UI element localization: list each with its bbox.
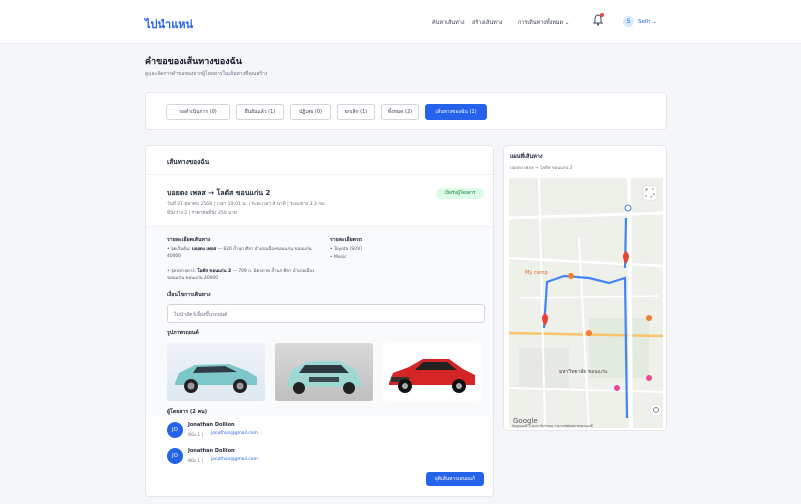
start-point: • จุดเริ่มต้น: บอยตง เพลส — 820 ถ้ำนก ศิ… xyxy=(167,247,312,259)
map-label-university: มหาวิทยาลัย ขอนแก่น xyxy=(559,368,608,375)
passenger-seat: ที่นั่ง 1 | xyxy=(188,459,204,464)
route-title: บอยตง เพลส → โลตัส ขอนแก่น 2 xyxy=(167,189,271,197)
tab-pending[interactable]: รอดำเนินการ (0) xyxy=(166,104,230,120)
status-tabs: รอดำเนินการ (0) ยืนยันแล้ว (1) ปฏิเสธ (0… xyxy=(145,92,667,130)
tab-my-routes[interactable]: เส้นทางของฉัน (1) xyxy=(425,104,487,120)
page-title: คำขอของเส้นทางของฉัน xyxy=(145,57,242,67)
conditions-heading: เงื่อนไขการเดินทาง xyxy=(167,292,211,298)
notification-dot xyxy=(600,13,604,17)
user-avatar[interactable]: S xyxy=(623,16,634,27)
tab-rejected[interactable]: ปฏิเสธ (0) xyxy=(290,104,331,120)
cancel-route-button[interactable]: ยุติเส้นทางเสนอแก้ xyxy=(426,472,484,486)
route-seats-price: ที่นั่งว่าง 2 | ราคาต่อที่นั่ง 250 บาท xyxy=(167,211,237,216)
map-subtitle: บอยตง เพลส → โลตัส ขอนแก่น 2 xyxy=(510,166,573,171)
passenger-name: Jonathan Dollion xyxy=(188,448,235,454)
nav-search-routes[interactable]: ค้นหาเส้นทาง xyxy=(432,19,465,27)
passenger-email[interactable]: jonathan@gmail.com xyxy=(211,457,258,462)
passenger-name: Jonathan Dollion xyxy=(188,422,235,428)
route-meta: วันที่ 21 ตุลาคม 2568 | เวลา 19:01 น. | … xyxy=(167,202,326,207)
avatar: JO xyxy=(167,448,183,464)
section-title: เส้นทางของฉัน xyxy=(167,158,210,166)
car-detail-item: • Music xyxy=(330,255,347,260)
photos-heading: รูปภาพรถยนต์ xyxy=(167,330,199,336)
status-badge: เปิดรับผู้โดยสาร xyxy=(436,188,484,199)
top-navbar: ไปนำแหน่ ค้นหาเส้นทาง สร้างเส้นทาง การเด… xyxy=(0,0,801,44)
car-detail-item: • Toyota (SUV) xyxy=(330,247,363,252)
route-map[interactable]: My camp มหาวิทยาลัย ขอนแก่น Google xyxy=(509,178,663,428)
end-point: • จุดปลายทาง: โลตัส ขอนแก่น 2 — 709 ถ. ม… xyxy=(167,269,315,281)
passengers-heading: ผู้โดยสาร (2 คน) xyxy=(167,409,208,415)
passenger-email[interactable]: jonathan@gmail.com xyxy=(211,431,258,436)
avatar: JO xyxy=(167,422,183,438)
nav-all-trips-dropdown[interactable]: การเดินทางทั้งหมด ⌄ xyxy=(518,19,569,27)
map-label-camp: My camp xyxy=(525,270,548,276)
car-photo-2[interactable] xyxy=(275,343,373,401)
tab-confirmed[interactable]: ยืนยันแล้ว (1) xyxy=(236,104,284,120)
map-card: แผนที่เส้นทาง บอยตง เพลส → โลตัส ขอนแก่น… xyxy=(503,145,667,431)
passenger-seat: ที่นั่ง 1 | xyxy=(188,433,204,438)
details-heading: รายละเอียดเส้นทาง xyxy=(167,237,211,243)
conditions-field: ไม่นำสัตว์เลี้ยงขึ้นรถยนต์ xyxy=(167,304,485,323)
map-title: แผนที่เส้นทาง xyxy=(510,154,543,160)
page-subtitle: ดูและจัดการคำขอของจากผู้โดยสารในเส้นทางท… xyxy=(145,71,268,77)
user-menu[interactable]: Seth ⌄ xyxy=(638,19,657,25)
car-details-heading: รายละเอียดรถ xyxy=(330,237,362,243)
app-logo[interactable]: ไปนำแหน่ xyxy=(145,15,193,33)
car-photo-3[interactable] xyxy=(383,343,481,401)
my-route-card: เส้นทางของฉัน บอยตง เพลส → โลตัส ขอนแก่น… xyxy=(145,145,494,497)
tab-all[interactable]: ทั้งหมด (2) xyxy=(381,104,419,120)
nav-create-route[interactable]: สร้างเส้นทาง xyxy=(472,19,502,27)
car-photo-1[interactable] xyxy=(167,343,265,401)
divider xyxy=(146,174,493,175)
tab-cancelled[interactable]: ยกเลิก (1) xyxy=(337,104,375,120)
map-attribution: ข้อมูลแผนที่ ©2025 ข้อกำหนด รายงานข้อผิด… xyxy=(512,424,593,428)
